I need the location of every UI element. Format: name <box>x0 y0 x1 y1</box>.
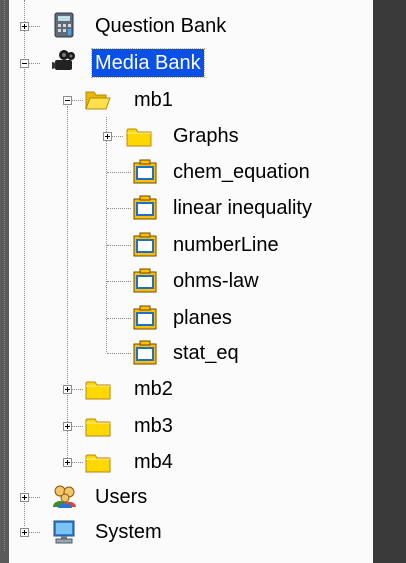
window-right-edge <box>373 0 406 563</box>
expand-toggle-users[interactable] <box>20 493 29 502</box>
media-item-icon <box>132 159 158 185</box>
tree-node-graphs[interactable]: Graphs <box>170 122 242 150</box>
tree-line-mb1 <box>106 117 107 352</box>
tree-node-planes[interactable]: planes <box>170 304 235 332</box>
tree-node-numberline[interactable]: numberLine <box>170 231 282 259</box>
tree-branch <box>107 208 131 209</box>
folder-icon <box>85 449 111 475</box>
tree-view: Question Bank Media Bank mb1 Graphs chem… <box>0 0 406 563</box>
tree-panel: Question Bank Media Bank mb1 Graphs chem… <box>4 0 373 563</box>
tree-branch <box>71 462 83 463</box>
tree-branch <box>28 26 40 27</box>
tree-branch <box>107 281 131 282</box>
tree-line-left <box>4 0 5 551</box>
tree-node-ohms-law[interactable]: ohms-law <box>170 267 262 295</box>
tree-node-mb1[interactable]: mb1 <box>131 86 176 114</box>
tree-branch <box>107 318 131 319</box>
media-item-icon <box>132 305 158 331</box>
media-item-icon <box>132 340 158 366</box>
folder-icon <box>85 376 111 402</box>
tree-node-chem-equation[interactable]: chem_equation <box>170 158 313 186</box>
tree-node-stat-eq[interactable]: stat_eq <box>170 339 242 367</box>
tree-line-root <box>24 0 25 526</box>
tree-branch <box>111 136 123 137</box>
expand-toggle-mb3[interactable] <box>63 422 72 431</box>
expand-toggle-question-bank[interactable] <box>20 22 29 31</box>
tree-branch <box>71 389 83 390</box>
tree-branch <box>28 63 40 64</box>
video-camera-icon <box>51 49 77 75</box>
tree-branch <box>107 245 131 246</box>
collapse-toggle-mb1[interactable] <box>63 96 72 105</box>
tree-branch <box>71 100 83 101</box>
tree-node-users[interactable]: Users <box>92 483 150 511</box>
tree-branch <box>107 353 131 354</box>
tree-node-question-bank[interactable]: Question Bank <box>92 12 229 40</box>
expand-toggle-graphs[interactable] <box>103 132 112 141</box>
open-folder-icon <box>85 86 111 112</box>
folder-icon <box>126 123 152 149</box>
tree-branch <box>28 532 40 533</box>
users-icon <box>51 483 77 509</box>
media-item-icon <box>132 268 158 294</box>
collapse-toggle-media-bank[interactable] <box>20 59 29 68</box>
tree-node-system[interactable]: System <box>92 518 165 546</box>
expand-toggle-system[interactable] <box>20 528 29 537</box>
tree-node-mb4[interactable]: mb4 <box>131 448 176 476</box>
tree-branch <box>107 172 131 173</box>
tree-node-media-bank[interactable]: Media Bank <box>91 48 205 78</box>
expand-toggle-mb4[interactable] <box>63 458 72 467</box>
media-item-icon <box>132 195 158 221</box>
media-item-icon <box>132 232 158 258</box>
computer-icon <box>51 519 77 545</box>
tree-node-linear-inequality[interactable]: linear inequality <box>170 194 315 222</box>
tree-node-mb2[interactable]: mb2 <box>131 375 176 403</box>
tree-branch <box>28 497 40 498</box>
tree-branch <box>71 426 83 427</box>
calculator-icon <box>51 12 77 38</box>
expand-toggle-mb2[interactable] <box>63 385 72 394</box>
tree-node-mb3[interactable]: mb3 <box>131 412 176 440</box>
tree-line-media-bank <box>67 106 68 458</box>
folder-icon <box>85 413 111 439</box>
